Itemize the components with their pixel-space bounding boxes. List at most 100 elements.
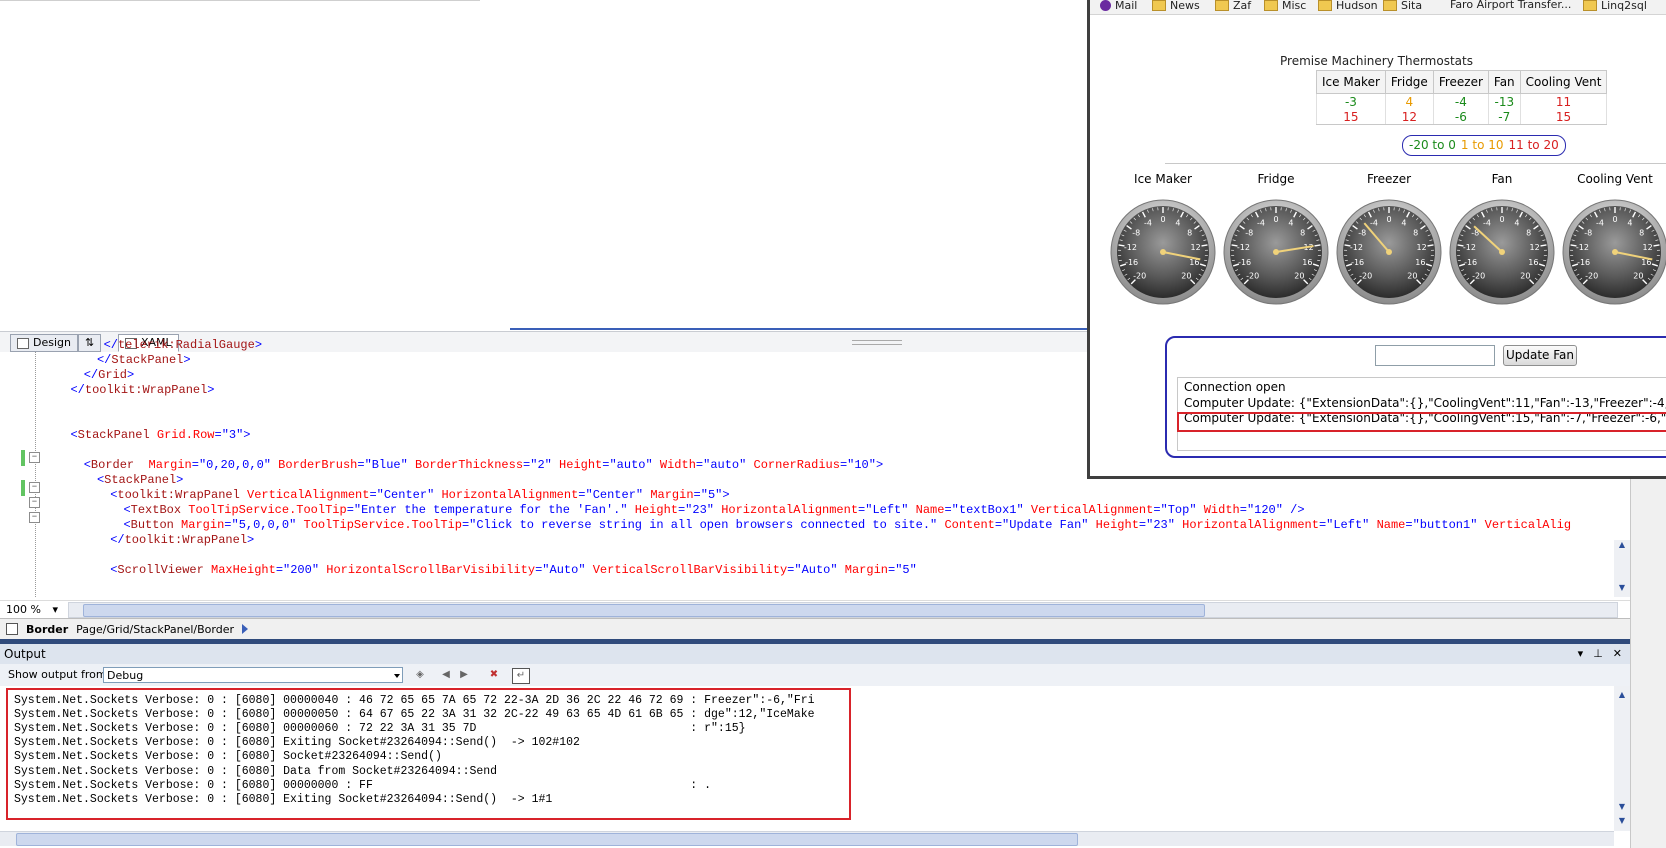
code-token: ">	[868, 458, 884, 472]
collapse-toggle[interactable]: −	[29, 512, 40, 523]
output-vertical-scrollbar[interactable]: ▲ ▼ ▼	[1614, 686, 1630, 831]
code-token: ="	[1153, 503, 1168, 517]
code-token: ="	[695, 458, 711, 472]
code-line: </telerik:RadialGauge>	[104, 337, 262, 353]
code-line: <Border Margin="0,20,0,0" BorderBrush="B…	[84, 457, 883, 473]
bookmark-linq2sql[interactable]: Linq2sql	[1583, 0, 1647, 11]
window-position-icon[interactable]: ▾	[1578, 647, 1584, 660]
scroll-up-icon[interactable]: ▲	[1617, 540, 1627, 550]
radial-gauge: -20-16-12-8-4048121620	[1449, 199, 1555, 305]
gauge-tick-label: -20	[1472, 271, 1485, 280]
gauge-tick-label: 0	[1499, 215, 1504, 224]
gauge-tick	[1201, 244, 1208, 247]
output-source-select[interactable]: Debug	[103, 667, 403, 683]
swap-panes-button[interactable]: ⇅	[78, 334, 102, 352]
previous-message-icon[interactable]: ◀	[438, 668, 454, 682]
folder-icon	[1215, 0, 1229, 11]
code-token: ="	[994, 518, 1010, 532]
find-message-icon[interactable]: ◈	[412, 668, 428, 682]
code-token: Margin	[173, 518, 225, 532]
bookmark-faro[interactable]: Faro Airport Transfer...	[1450, 0, 1571, 10]
scroll-down-icon[interactable]: ▼	[1617, 802, 1627, 812]
scroll-thumb[interactable]	[83, 604, 1205, 617]
code-token: "	[578, 563, 586, 577]
bookmark-news[interactable]: News	[1152, 0, 1200, 11]
code-token: telerik:RadialGauge	[117, 338, 255, 352]
gauge-tick-label: 12	[1530, 243, 1540, 252]
gauge-tick-label: 12	[1417, 243, 1427, 252]
code-token: VerticalScrollBarVisibility	[585, 563, 788, 577]
code-token: "	[1167, 518, 1175, 532]
zoom-dropdown[interactable]: 100 % ▾	[6, 603, 64, 617]
legend-item: -20 to 0	[1409, 138, 1456, 152]
pane-splitter-grip[interactable]	[852, 340, 902, 345]
code-token: ="	[1405, 518, 1420, 532]
bookmark-hudson[interactable]: Hudson	[1318, 0, 1378, 11]
gauge-tick-label: 0	[1160, 215, 1165, 224]
gauge-tick-label: 0	[1386, 215, 1391, 224]
scroll-down-icon[interactable]: ▼	[1617, 816, 1627, 826]
collapse-toggle[interactable]: −	[29, 452, 40, 463]
connection-line: Connection open	[1184, 380, 1286, 394]
pin-icon[interactable]: ⊥	[1593, 647, 1603, 660]
temperature-input[interactable]	[1375, 345, 1495, 366]
gauge-tick	[1314, 244, 1321, 247]
editor-horizontal-scrollbar[interactable]	[68, 602, 1618, 618]
bookmark-label: Zaf	[1233, 0, 1252, 12]
code-token: ="	[677, 503, 693, 517]
code-token: </	[83, 368, 99, 382]
bookmark-misc[interactable]: Misc	[1264, 0, 1306, 11]
update-fan-button[interactable]: Update Fan	[1503, 345, 1577, 366]
close-icon[interactable]: ✕	[1613, 647, 1622, 660]
word-wrap-icon[interactable]: ↵	[512, 668, 530, 684]
gauge-tick-label: 0	[1612, 215, 1617, 224]
code-line: </StackPanel>	[97, 352, 191, 368]
editor-vertical-scrollbar[interactable]: ▲ ▼	[1614, 540, 1630, 597]
bookmark-sita[interactable]: Sita	[1383, 0, 1422, 11]
code-token: ="	[888, 563, 903, 577]
code-token: Width	[1196, 503, 1240, 517]
scroll-thumb[interactable]	[16, 833, 1078, 846]
collapse-toggle[interactable]: −	[29, 497, 40, 508]
xaml-designer-surface[interactable]	[0, 0, 1091, 330]
gauge-tick	[1540, 244, 1547, 247]
output-horizontal-scrollbar[interactable]	[0, 831, 1614, 846]
clear-all-icon[interactable]: ✖	[486, 668, 502, 682]
bookmark-mail[interactable]: Mail	[1100, 0, 1137, 11]
code-token: ">	[236, 428, 251, 442]
gauge-label: Fridge	[1257, 172, 1295, 186]
code-token: ="	[357, 458, 372, 472]
code-token: MaxHeight	[203, 563, 276, 577]
code-token: HorizontalAlignment	[1174, 518, 1319, 532]
range-legend: -20 to 0 1 to 10 11 to 20	[1402, 135, 1566, 156]
code-token: ="	[787, 563, 802, 577]
code-token: ="	[369, 488, 384, 502]
folder-icon	[1583, 0, 1597, 11]
tab-design[interactable]: Design	[10, 334, 78, 352]
chevron-down-icon	[394, 674, 400, 678]
scroll-down-icon[interactable]: ▼	[1617, 583, 1627, 593]
code-token: Name	[1369, 518, 1406, 532]
code-token: "	[706, 503, 714, 517]
divider	[1165, 163, 1666, 164]
gauge-tick-label: -16	[1238, 258, 1251, 267]
code-line: <TextBox ToolTipService.ToolTip="Enter t…	[123, 502, 1304, 518]
breadcrumb-path[interactable]: Page/Grid/StackPanel/Border	[76, 623, 234, 636]
table-cell: 15	[1519, 109, 1608, 125]
breadcrumb-arrow-icon[interactable]	[241, 624, 248, 634]
code-token: Width	[652, 458, 696, 472]
gauge-tick-label: 16	[1415, 258, 1425, 267]
gauge-tick-label: 20	[1520, 271, 1530, 280]
collapse-toggle[interactable]: −	[29, 482, 40, 493]
scroll-up-icon[interactable]: ▲	[1617, 690, 1627, 700]
code-token: 23	[692, 503, 707, 517]
column-header: Ice Maker	[1316, 70, 1386, 94]
code-token: Auto	[549, 563, 579, 577]
breadcrumb-element[interactable]: Border	[26, 623, 68, 636]
column-header: Freezer	[1432, 70, 1489, 94]
next-message-icon[interactable]: ▶	[456, 668, 472, 682]
bookmark-zaf[interactable]: Zaf	[1215, 0, 1251, 11]
code-token: ="	[944, 503, 959, 517]
gauge-tick-label: 8	[1413, 229, 1418, 238]
code-line: <StackPanel>	[97, 472, 183, 488]
